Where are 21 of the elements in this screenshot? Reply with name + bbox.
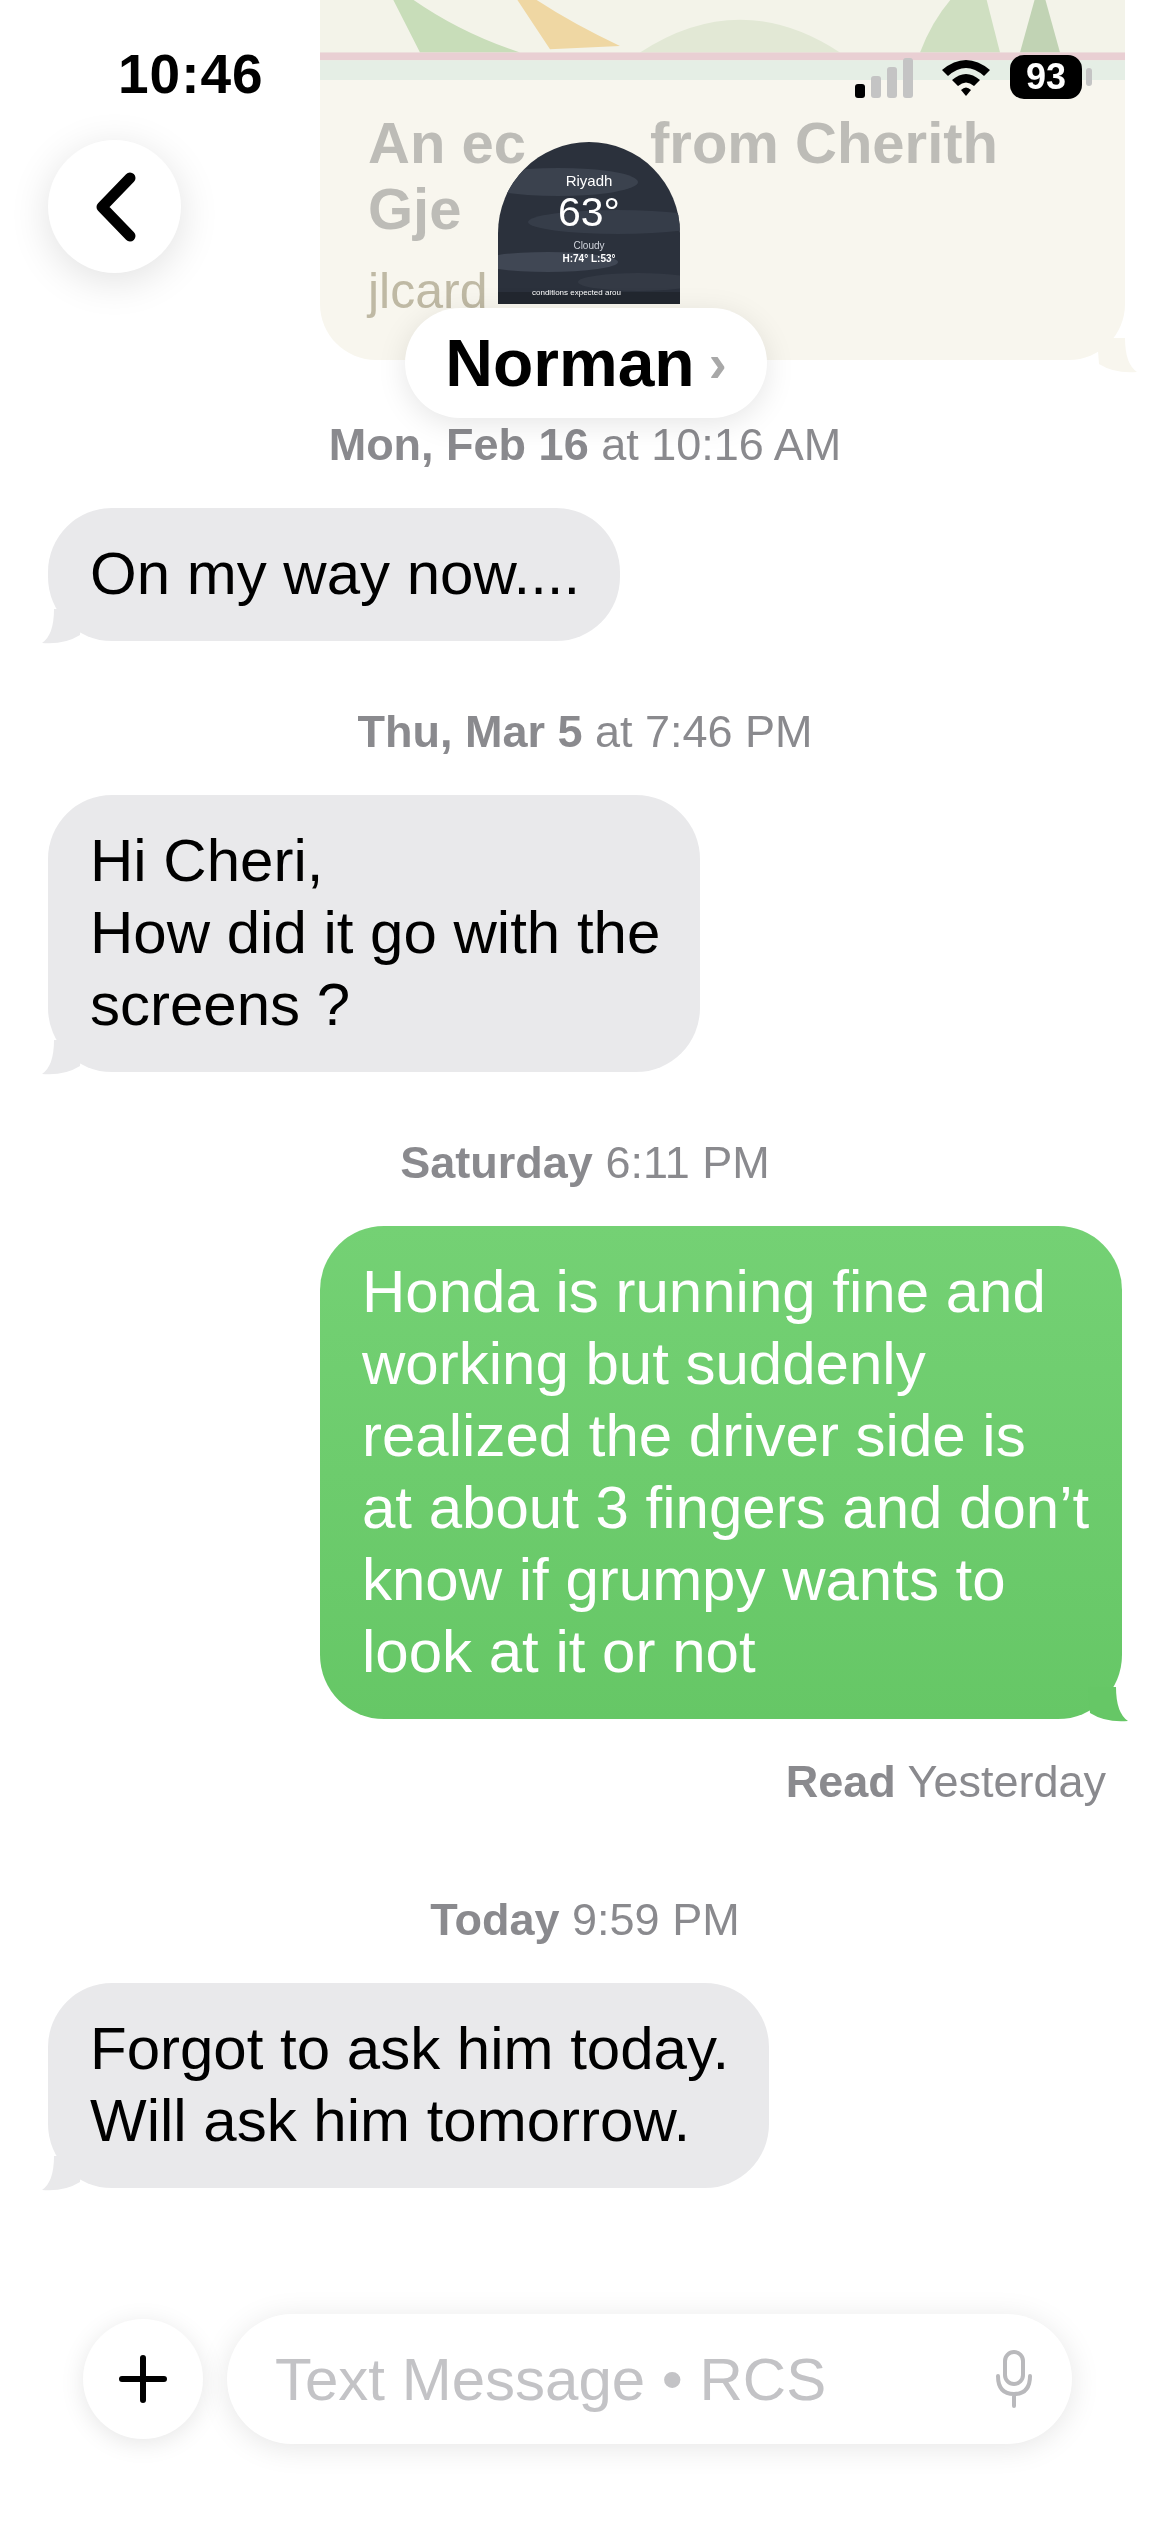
weather-city: Riyadh bbox=[564, 172, 614, 189]
ecard-title: Gje bbox=[368, 176, 462, 242]
contact-name[interactable]: Norman › bbox=[405, 308, 767, 418]
status-time: 10:46 bbox=[118, 42, 264, 106]
weather-condition: Cloudy bbox=[572, 240, 606, 251]
weather-temperature: 63° bbox=[557, 189, 621, 236]
timestamp: Thu, Mar 5 at 7:46 PM bbox=[356, 707, 814, 757]
timestamp: Saturday 6:11 PM bbox=[399, 1138, 771, 1188]
weather-range: H:74° L:53° bbox=[561, 253, 617, 264]
weather-ticker: conditions expected arou bbox=[532, 288, 621, 297]
message-field[interactable]: Text Message • RCS bbox=[275, 2344, 996, 2414]
battery-tip-icon bbox=[1086, 68, 1092, 86]
bubble-tail bbox=[1088, 1687, 1128, 1723]
ecard-title: An ec bbox=[368, 110, 526, 176]
battery-level: 93 bbox=[1010, 55, 1082, 99]
read-receipt: Read Yesterday bbox=[784, 1757, 1107, 1807]
ecard-title: from Cherith bbox=[650, 110, 998, 176]
signal-icon bbox=[855, 58, 913, 98]
timestamp: Mon, Feb 16 at 10:16 AM bbox=[327, 420, 843, 470]
timestamp: Today 9:59 PM bbox=[429, 1895, 741, 1945]
plus-icon bbox=[118, 2354, 168, 2404]
